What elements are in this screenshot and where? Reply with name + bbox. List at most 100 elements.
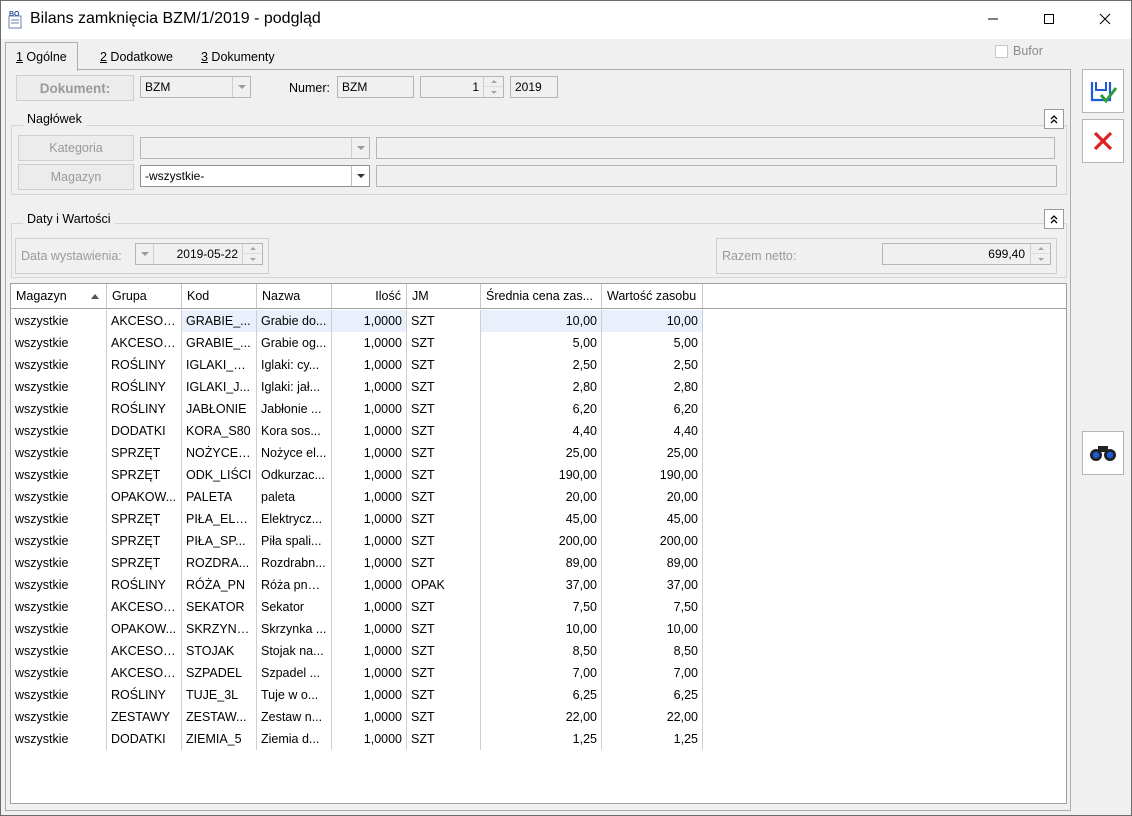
table-cell: SZT [407, 442, 481, 464]
table-cell: SZT [407, 398, 481, 420]
table-cell: Rozdrabn... [257, 552, 332, 574]
table-row[interactable]: wszystkie AKCESORIA SEKATOR Sekator 1,0000 SZ… [11, 596, 703, 618]
column-header-jm[interactable]: JM [407, 284, 481, 308]
table-row[interactable]: wszystkie DODATKI ZIEMIA_5 Ziemia d... 1,000… [11, 728, 703, 750]
table-cell: STOJAK [182, 640, 257, 662]
category-select[interactable] [140, 137, 370, 159]
table-cell: ROŚLINY [107, 574, 182, 596]
double-chevron-up-icon [1050, 115, 1058, 124]
collapse-dates-button[interactable] [1044, 209, 1064, 229]
spin-down-icon[interactable] [1031, 254, 1050, 264]
warehouse-select[interactable]: -wszystkie- [140, 165, 370, 187]
cancel-button[interactable] [1082, 119, 1124, 163]
spin-up-icon[interactable] [484, 77, 503, 87]
table-row[interactable]: wszystkie AKCESORIA GRABIE_... Grabie do...… [11, 310, 703, 332]
spin-down-icon[interactable] [243, 254, 262, 264]
table-cell: OPAKOW... [107, 486, 182, 508]
table-cell: 6,20 [602, 398, 703, 420]
table-row[interactable]: wszystkie AKCESORIA GRABIE_... Grabie og...… [11, 332, 703, 354]
table-cell: 7,50 [602, 596, 703, 618]
table-cell: 1,0000 [332, 354, 407, 376]
table-cell: AKCESORIA [107, 310, 182, 332]
table-row[interactable]: wszystkie AKCESORIA SZPADEL Szpadel ... 1,00… [11, 662, 703, 684]
spin-up-icon[interactable] [1031, 244, 1050, 254]
dropdown-arrow-icon[interactable] [351, 138, 369, 158]
table-row[interactable]: wszystkie ROŚLINY RÓŻA_PN Róża pnąca 1,0000 O… [11, 574, 703, 596]
column-header-srednia-cena[interactable]: Średnia cena zas... [481, 284, 602, 308]
table-row[interactable]: wszystkie ZESTAWY ZESTAW... Zestaw n... 1,00… [11, 706, 703, 728]
table-row[interactable]: wszystkie ROŚLINY TUJE_3L Tuje w o... 1,0000… [11, 684, 703, 706]
column-header-wartosc[interactable]: Wartość zasobu [602, 284, 703, 308]
table-cell: 1,0000 [332, 596, 407, 618]
close-button[interactable] [1082, 1, 1128, 37]
save-button[interactable] [1082, 69, 1124, 113]
document-button[interactable]: Dokument: [16, 75, 134, 101]
table-row[interactable]: wszystkie ROŚLINY JABŁONIE Jabłonie ... 1,00… [11, 398, 703, 420]
column-header-ilosc[interactable]: Ilość [332, 284, 407, 308]
table-row[interactable]: wszystkie OPAKOW... PALETA paleta 1,0000 SZT 2… [11, 486, 703, 508]
table-cell: wszystkie [11, 354, 107, 376]
table-cell: 20,00 [481, 486, 602, 508]
spin-up-icon[interactable] [243, 244, 262, 254]
table-header: Magazyn Grupa Kod Nazwa Ilość JM Średnia… [11, 284, 1066, 309]
table-row[interactable]: wszystkie ROŚLINY IGLAKI_J... Iglaki: jał..… [11, 376, 703, 398]
table-cell: 1,0000 [332, 574, 407, 596]
table-cell: Jabłonie ... [257, 398, 332, 420]
table-cell: 10,00 [602, 618, 703, 640]
document-type-select[interactable]: BZM [140, 76, 251, 98]
spin-down-icon[interactable] [484, 87, 503, 97]
tab-dokumenty[interactable]: 3 Dokumenty [191, 44, 285, 70]
category-description-field [376, 137, 1055, 159]
table-cell: ROŚLINY [107, 684, 182, 706]
issue-date-label: Data wystawienia: [21, 249, 122, 263]
table-row[interactable]: wszystkie DODATKI KORA_S80 Kora sos... 1,000… [11, 420, 703, 442]
table-cell: 1,0000 [332, 684, 407, 706]
table-row[interactable]: wszystkie SPRZĘT ROZDRA... Rozdrabn... 1,000… [11, 552, 703, 574]
table-row[interactable]: wszystkie SPRZĘT NOŻYCE_... Nożyce el... 1,0… [11, 442, 703, 464]
date-spinner[interactable] [242, 244, 262, 264]
column-header-magazyn[interactable]: Magazyn [11, 284, 107, 308]
table-row[interactable]: wszystkie OPAKOW... SKRZYNKA Skrzynka ... 1,… [11, 618, 703, 640]
column-header-grupa[interactable]: Grupa [107, 284, 182, 308]
dropdown-arrow-icon[interactable] [232, 77, 250, 97]
category-button[interactable]: Kategoria [18, 135, 134, 161]
number-spinner[interactable] [483, 77, 503, 97]
table-row[interactable]: wszystkie ROŚLINY IGLAKI_C... Iglaki: cy...… [11, 354, 703, 376]
number-year-field[interactable]: 2019 [510, 76, 558, 98]
collapse-header-button[interactable] [1044, 109, 1064, 129]
number-seq-field[interactable]: 1 [420, 76, 504, 98]
dropdown-arrow-icon[interactable] [351, 166, 369, 186]
app-icon: BO [8, 10, 24, 30]
net-total-spinner[interactable] [1030, 244, 1050, 264]
search-button[interactable] [1082, 431, 1124, 475]
table-cell: wszystkie [11, 420, 107, 442]
table-cell: 2,50 [602, 354, 703, 376]
table-cell: SPRZĘT [107, 442, 182, 464]
column-header-kod[interactable]: Kod [182, 284, 257, 308]
table-cell: 25,00 [481, 442, 602, 464]
table-cell: Skrzynka ... [257, 618, 332, 640]
table-cell: wszystkie [11, 706, 107, 728]
table-cell: 1,0000 [332, 706, 407, 728]
table-row[interactable]: wszystkie SPRZĘT PIŁA_ELE... Elektrycz... 1,… [11, 508, 703, 530]
table-row[interactable]: wszystkie AKCESORIA STOJAK Stojak na... 1,00… [11, 640, 703, 662]
table-row[interactable]: wszystkie SPRZĘT ODK_LIŚCI Odkurzac... 1,000… [11, 464, 703, 486]
issue-date-field[interactable]: 2019-05-22 [135, 243, 263, 265]
warehouse-button[interactable]: Magazyn [18, 164, 134, 190]
tab-dodatkowe[interactable]: 2 Dodatkowe [90, 44, 183, 70]
date-dropdown-icon[interactable] [136, 244, 154, 264]
column-header-nazwa[interactable]: Nazwa [257, 284, 332, 308]
table-cell: OPAK [407, 574, 481, 596]
table-row[interactable]: wszystkie SPRZĘT PIŁA_SP... Piła spali... 1,… [11, 530, 703, 552]
table-cell: 1,0000 [332, 508, 407, 530]
table-cell: Iglaki: jał... [257, 376, 332, 398]
items-table[interactable]: Magazyn Grupa Kod Nazwa Ilość JM Średnia… [10, 283, 1067, 804]
number-seq-value: 1 [472, 80, 479, 94]
table-cell: 89,00 [602, 552, 703, 574]
bufor-checkbox[interactable]: Bufor [995, 44, 1043, 58]
tab-ogolne[interactable]: 1 Ogólne [5, 42, 78, 71]
minimize-button[interactable] [970, 1, 1016, 37]
tab-hotkey: 3 [201, 50, 208, 64]
maximize-button[interactable] [1026, 1, 1072, 37]
table-cell: 1,0000 [332, 530, 407, 552]
